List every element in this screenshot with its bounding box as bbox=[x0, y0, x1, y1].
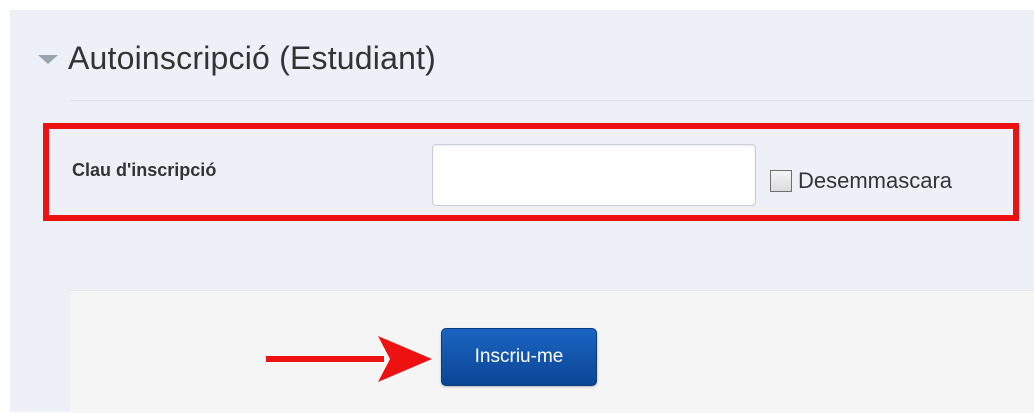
enrol-me-button[interactable]: Inscriu-me bbox=[441, 328, 597, 386]
red-arrow-right-icon bbox=[266, 336, 432, 382]
unmask-label[interactable]: Desemmascara bbox=[798, 168, 952, 194]
enrolment-key-label: Clau d'inscripció bbox=[72, 160, 217, 180]
unmask-checkbox[interactable] bbox=[770, 170, 792, 192]
header-divider bbox=[70, 100, 1034, 101]
unmask-toggle[interactable]: Desemmascara bbox=[770, 168, 952, 194]
enrolment-key-input[interactable] bbox=[432, 144, 756, 206]
collapse-triangle-icon[interactable] bbox=[38, 54, 58, 64]
section-title: Autoinscripció (Estudiant) bbox=[68, 39, 437, 76]
section-header[interactable]: Autoinscripció (Estudiant) bbox=[38, 28, 436, 88]
